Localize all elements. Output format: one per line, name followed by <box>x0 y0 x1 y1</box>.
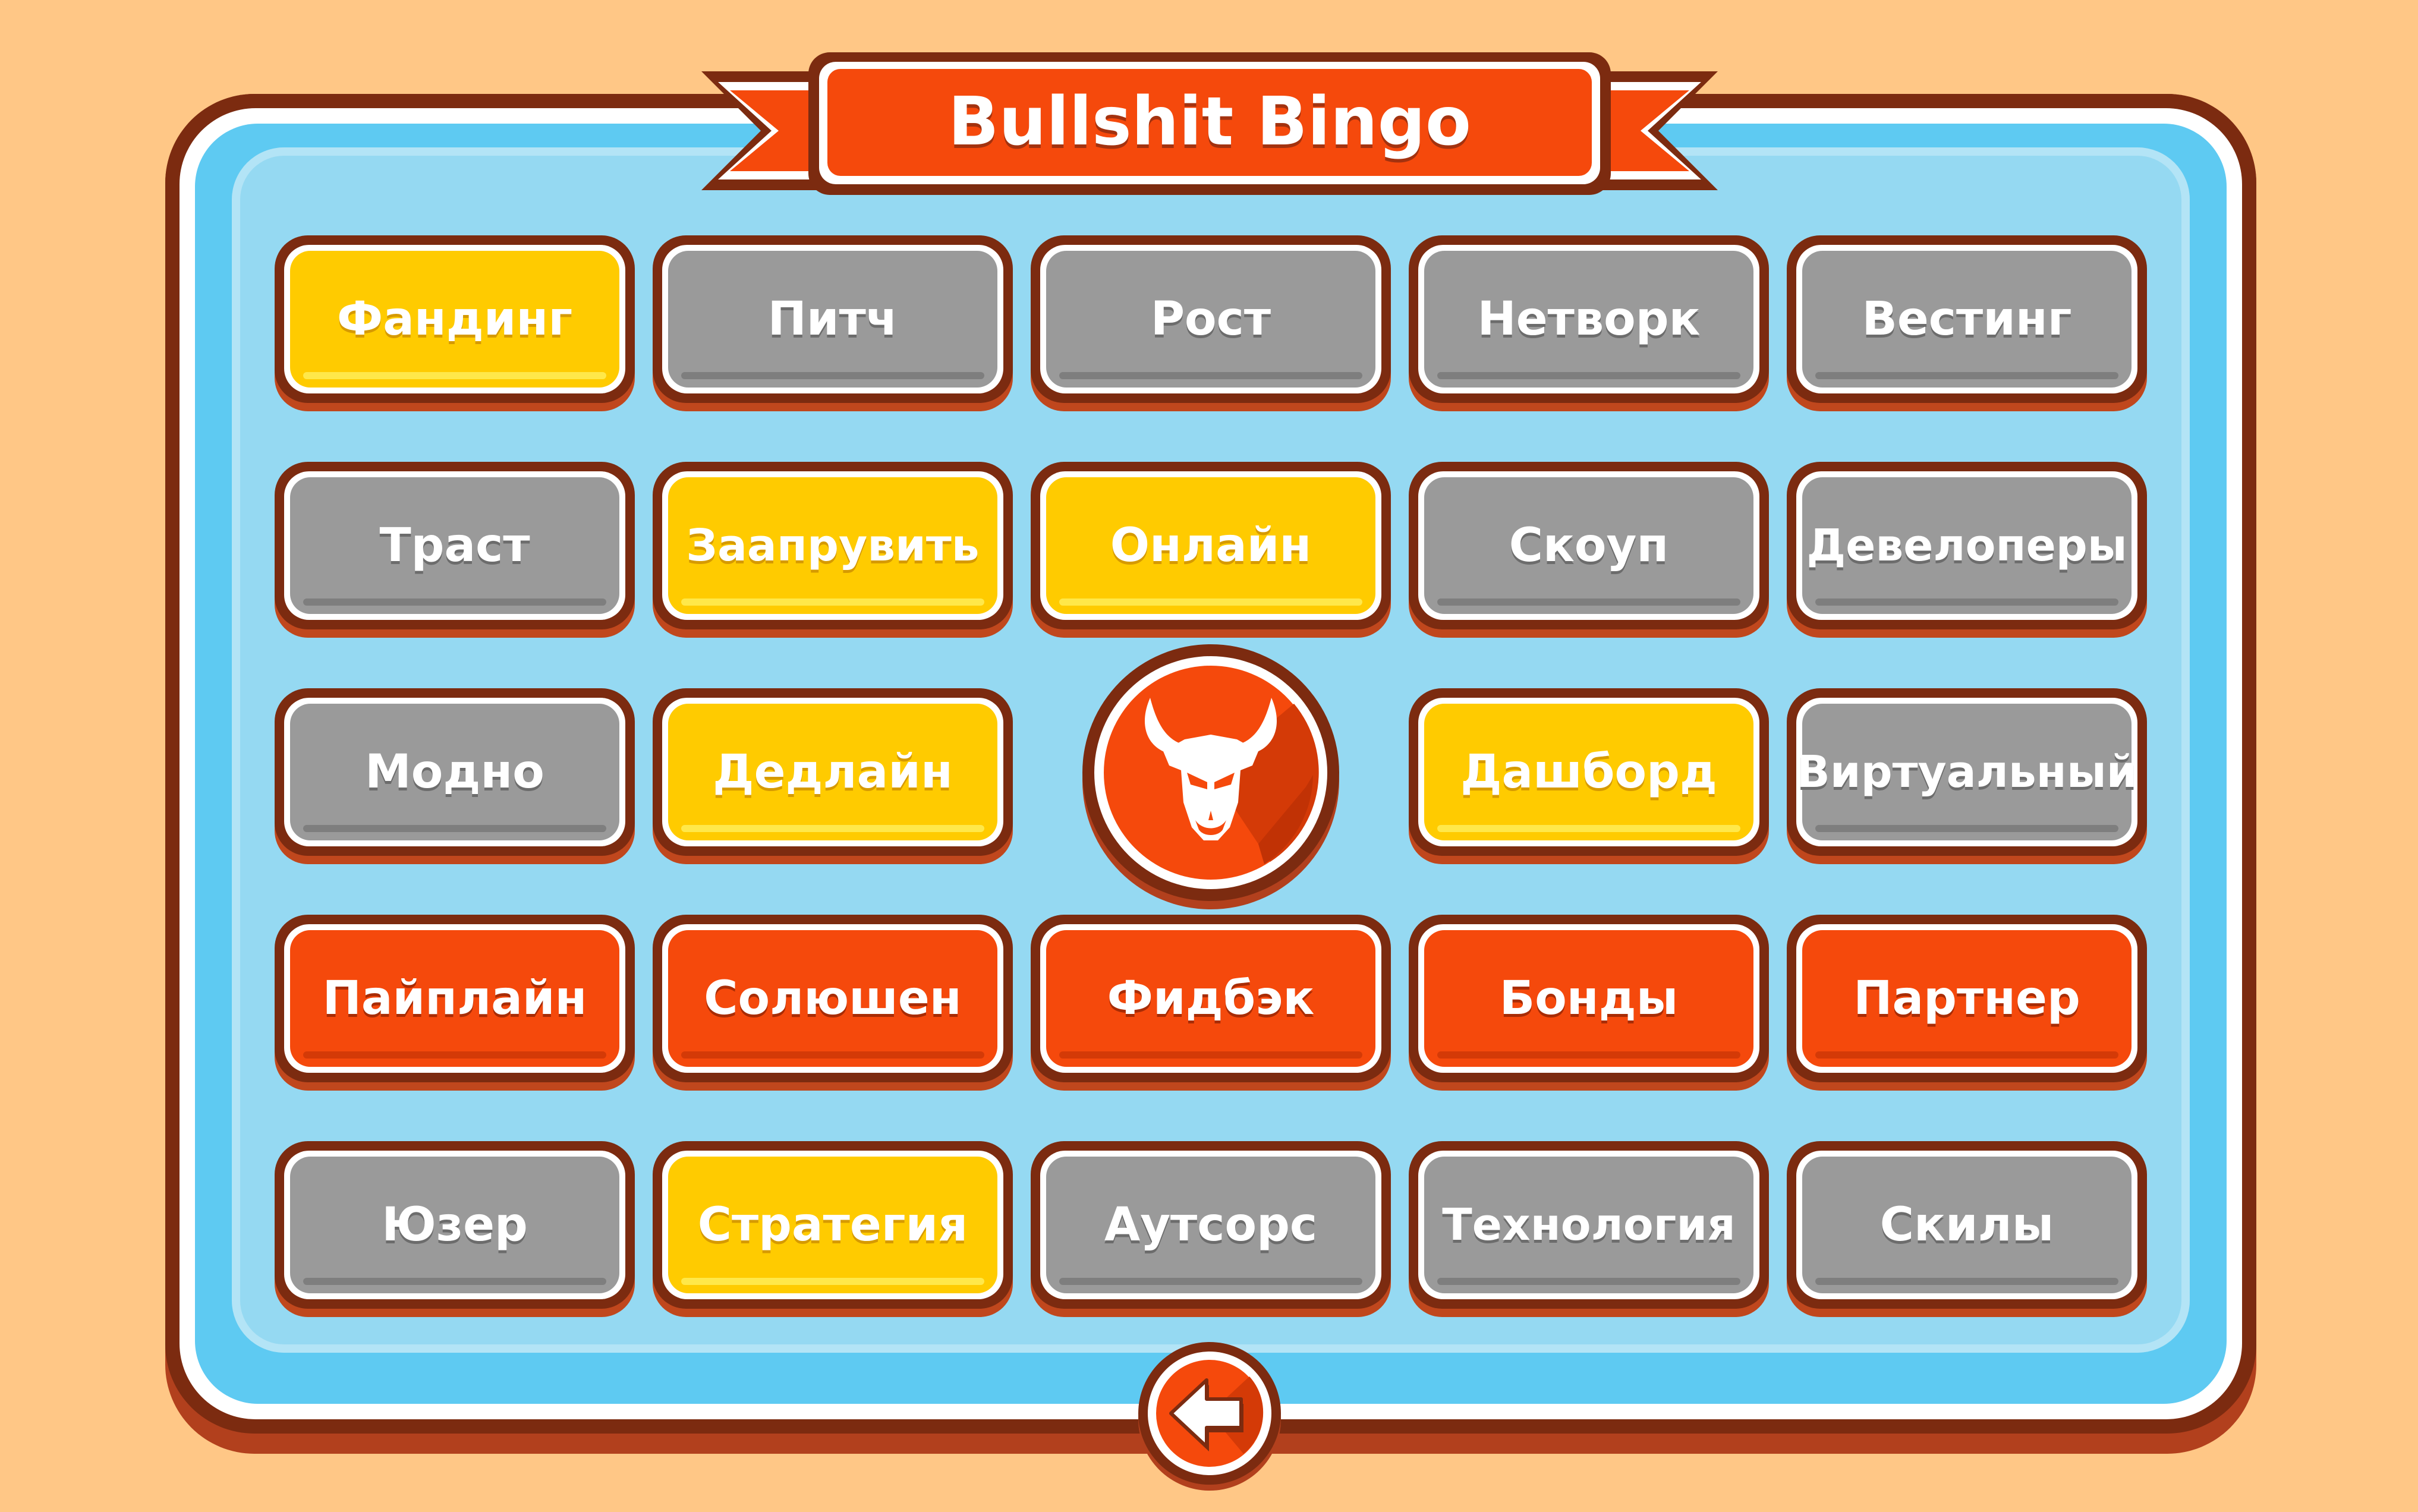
tile-label: Дедлайн <box>713 745 953 799</box>
tile-label: Виртуальный <box>1796 746 2137 798</box>
bull-head-icon <box>1082 644 1339 909</box>
tile-label: Девелоперы <box>1806 520 2127 571</box>
bingo-tile[interactable]: Онлайн <box>1031 462 1391 629</box>
tile-label: Дашборд <box>1460 745 1717 799</box>
tile-label: Технология <box>1442 1199 1736 1250</box>
bingo-tile[interactable]: Аутсорс <box>1031 1141 1391 1309</box>
tile-label: Стратегия <box>697 1198 968 1252</box>
bingo-tile[interactable]: Юзер <box>275 1141 635 1309</box>
bingo-tile[interactable]: Партнер <box>1787 915 2147 1082</box>
bingo-tile[interactable]: Фандинг <box>275 235 635 403</box>
tile-label: Бонды <box>1499 972 1679 1025</box>
bingo-tile[interactable]: Дашборд <box>1409 688 1769 856</box>
bingo-tile[interactable]: Технология <box>1409 1141 1769 1309</box>
bingo-tile[interactable]: Траст <box>275 462 635 629</box>
bingo-tile[interactable]: Нетворк <box>1409 235 1769 403</box>
bingo-tile[interactable]: Рост <box>1031 235 1391 403</box>
bingo-tile[interactable]: Вестинг <box>1787 235 2147 403</box>
bingo-tile[interactable]: Пайплайн <box>275 915 635 1082</box>
bingo-tile[interactable]: Дедлайн <box>653 688 1013 856</box>
tile-label: Нетворк <box>1477 292 1701 346</box>
tile-label: Рост <box>1150 292 1271 346</box>
tile-label: Фидбэк <box>1107 972 1315 1025</box>
back-button[interactable] <box>1136 1341 1283 1494</box>
bingo-tile[interactable]: Модно <box>275 688 635 856</box>
bingo-tile[interactable]: Скоуп <box>1409 462 1769 629</box>
bingo-tile[interactable]: Скилы <box>1787 1141 2147 1309</box>
center-free-space <box>1031 644 1391 909</box>
tile-label: Пайплайн <box>322 972 587 1025</box>
bingo-grid: Фандинг Питч Рост Нетворк Вестинг Траст … <box>275 235 2147 1310</box>
tile-label: Заапрувить <box>686 520 980 571</box>
tile-label: Партнер <box>1853 972 2080 1025</box>
tile-label: Вестинг <box>1862 292 2072 346</box>
tile-label: Юзер <box>382 1198 528 1252</box>
tile-label: Скилы <box>1879 1198 2054 1252</box>
page-title: Bullshit Bingo <box>948 83 1471 160</box>
tile-label: Онлайн <box>1110 519 1312 572</box>
bingo-tile[interactable]: Бонды <box>1409 915 1769 1082</box>
tile-label: Фандинг <box>336 292 573 346</box>
bingo-tile[interactable]: Питч <box>653 235 1013 403</box>
bingo-tile[interactable]: Стратегия <box>653 1141 1013 1309</box>
tile-label: Аутсорс <box>1104 1198 1318 1252</box>
bingo-tile[interactable]: Фидбэк <box>1031 915 1391 1082</box>
bingo-tile[interactable]: Солюшен <box>653 915 1013 1082</box>
tile-label: Скоуп <box>1509 519 1669 572</box>
tile-label: Питч <box>767 292 898 346</box>
tile-label: Модно <box>365 745 544 799</box>
tile-label: Солюшен <box>704 972 962 1025</box>
bingo-tile[interactable]: Виртуальный <box>1787 688 2147 856</box>
tile-label: Траст <box>379 519 530 572</box>
bingo-tile[interactable]: Заапрувить <box>653 462 1013 629</box>
bingo-tile[interactable]: Девелоперы <box>1787 462 2147 629</box>
